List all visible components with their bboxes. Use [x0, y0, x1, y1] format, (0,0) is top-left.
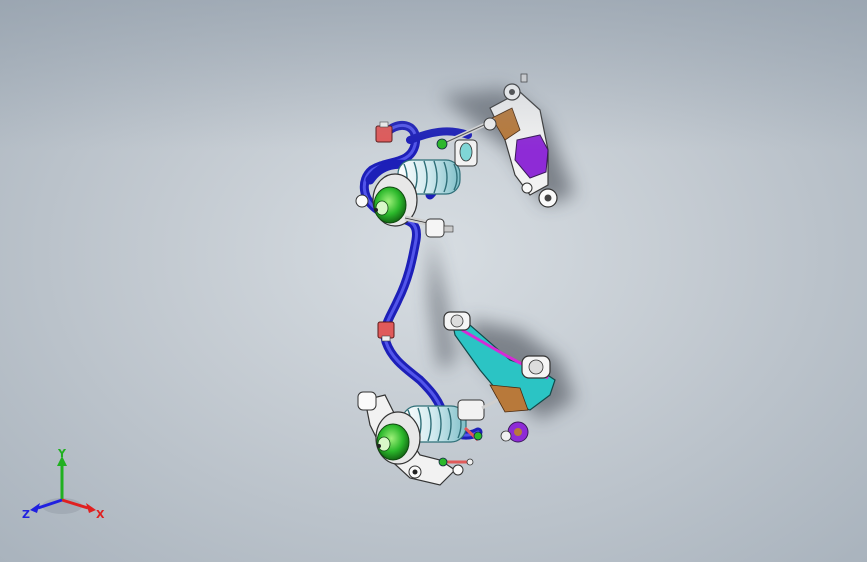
x-axis-label: X: [96, 508, 105, 521]
stabilizer-bushing-lower[interactable]: [377, 321, 395, 342]
graphics-viewport[interactable]: Y X Z: [0, 0, 867, 562]
z-axis-label: Z: [22, 508, 30, 521]
suspension-assembly-model[interactable]: [0, 0, 867, 562]
x-axis-arrowhead: [86, 503, 96, 513]
y-axis-label: Y: [57, 448, 67, 460]
wheel-hub-lower[interactable]: [375, 411, 421, 465]
view-orientation-triad[interactable]: Y X Z: [22, 448, 108, 524]
z-axis-arrowhead: [30, 503, 40, 513]
